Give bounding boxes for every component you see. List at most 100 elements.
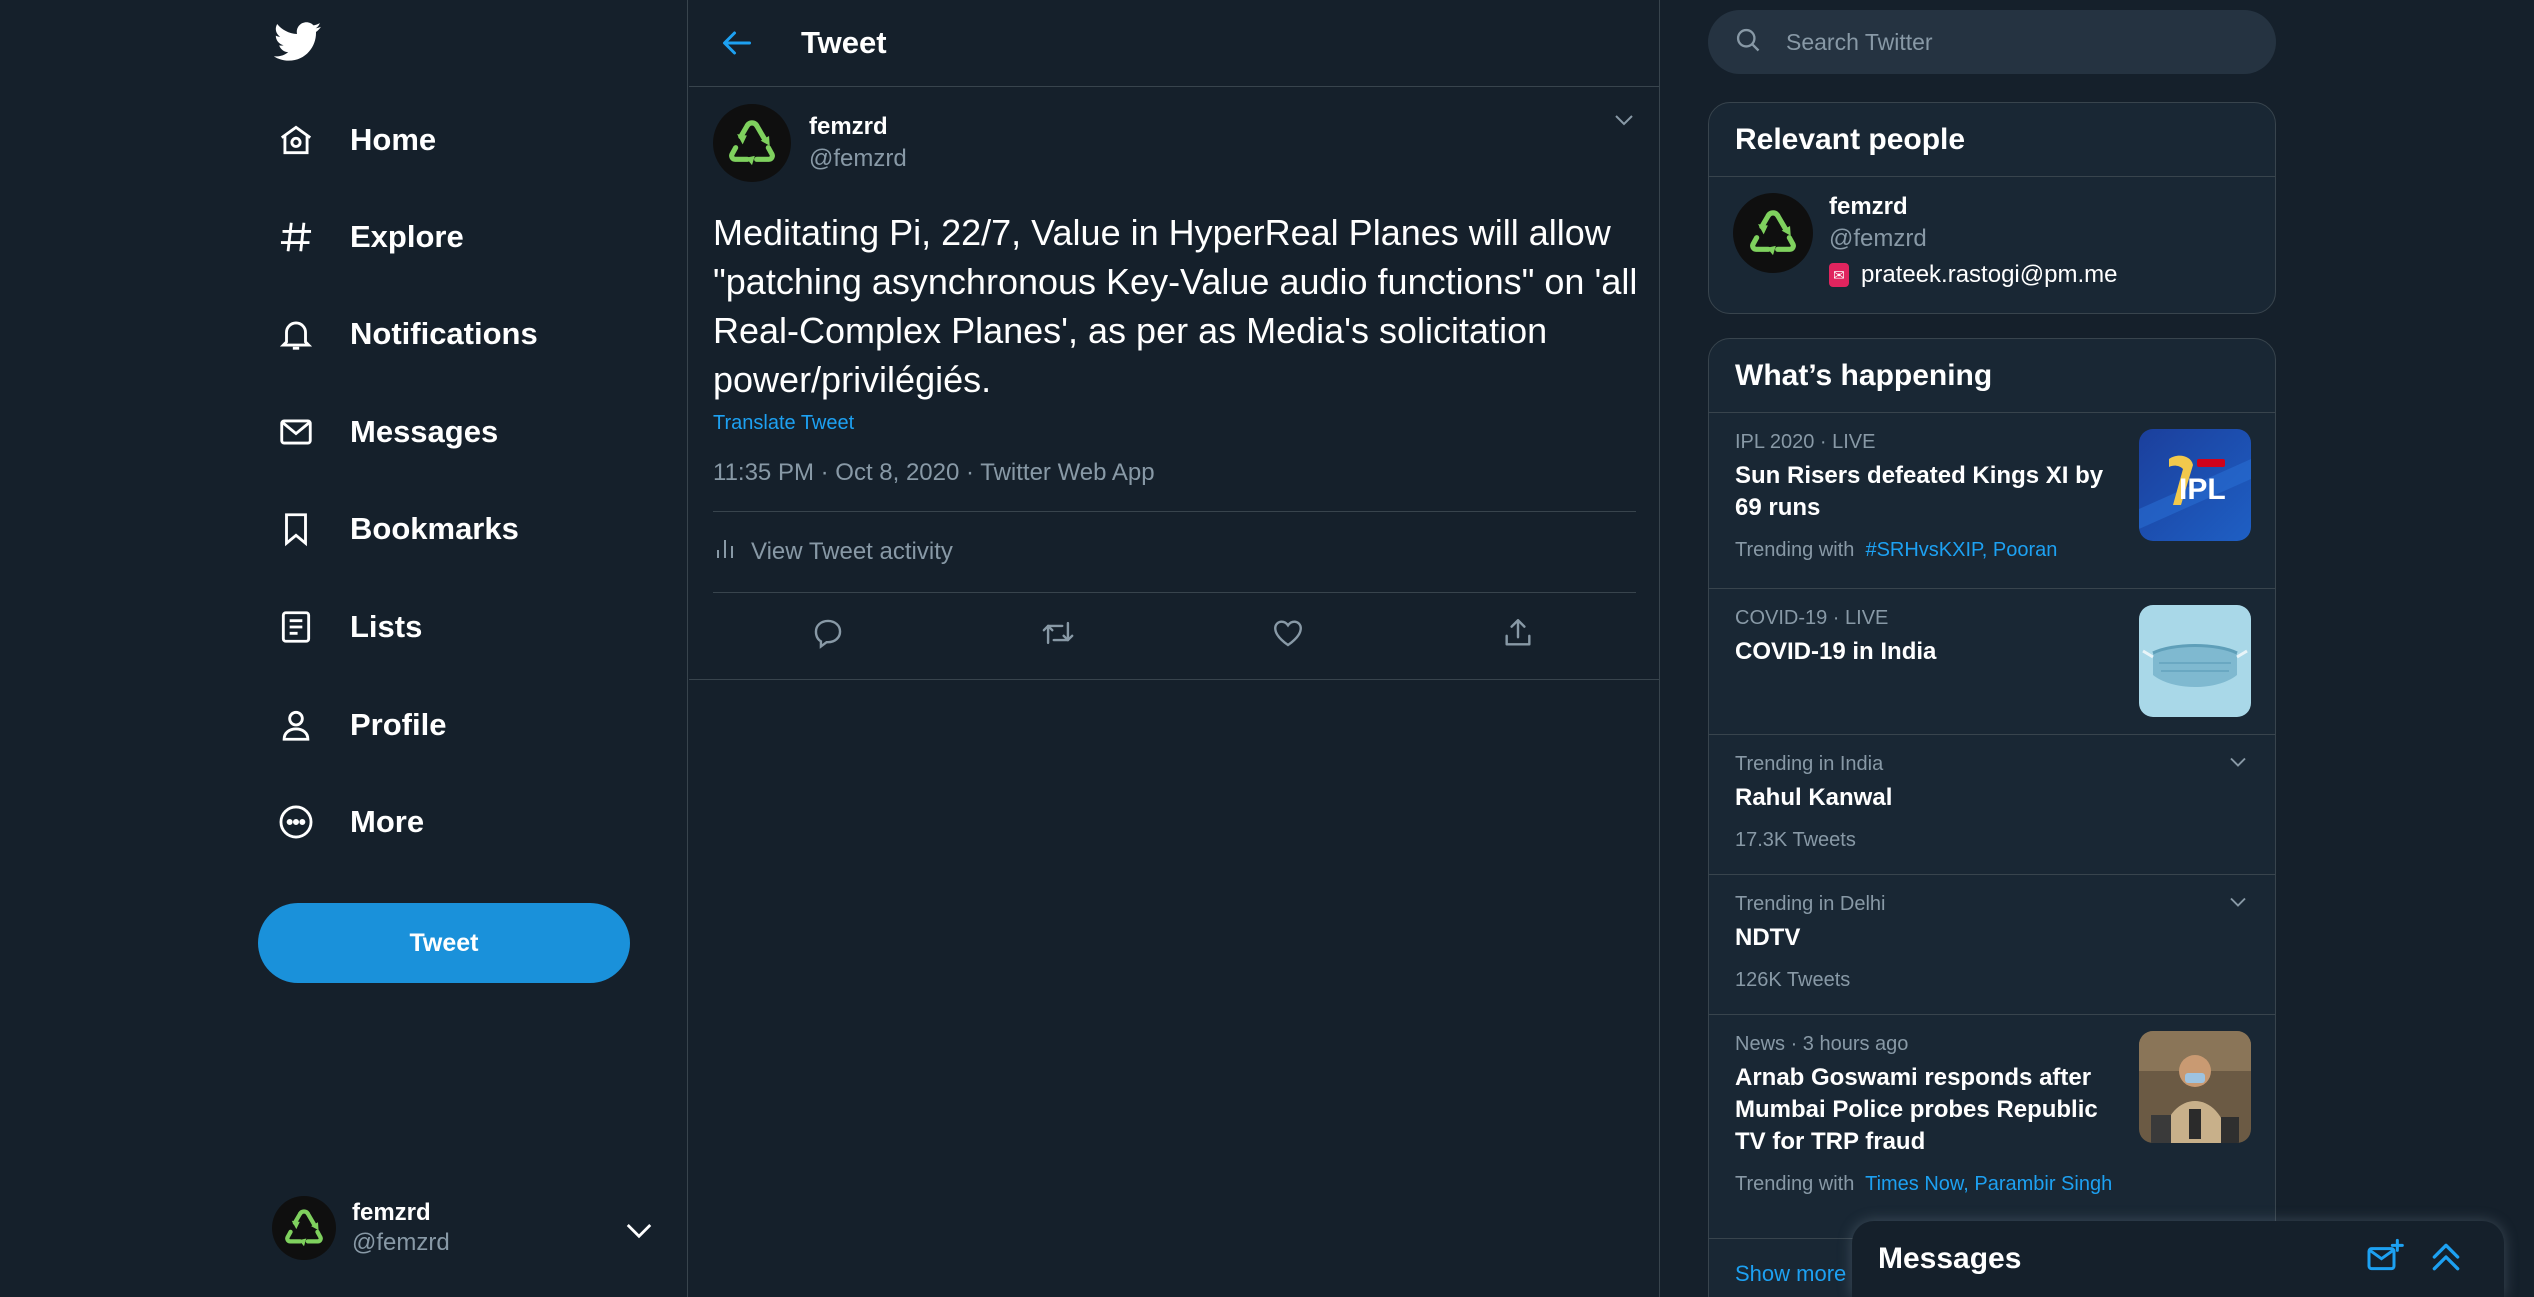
divider [689, 679, 1660, 680]
chevron-down-icon[interactable] [2227, 755, 2249, 774]
avatar [272, 1196, 336, 1260]
nav-lists[interactable]: Lists [258, 589, 440, 665]
nav-profile[interactable]: Profile [258, 687, 464, 763]
nav-lists-label: Lists [350, 609, 423, 644]
face-mask-thumbnail [2139, 605, 2251, 717]
person-icon [276, 705, 316, 745]
bar-chart-icon [713, 536, 737, 569]
list-icon [276, 607, 316, 647]
chevron-down-icon[interactable] [1612, 112, 1636, 133]
trend-title: Sun Risers defeated Kings XI by 69 runs [1735, 462, 2104, 521]
page-title: Tweet [801, 25, 887, 60]
nav-more-label: More [350, 804, 425, 839]
bell-icon [276, 314, 316, 354]
trend-title: Arnab Goswami responds after Mumbai Poli… [1735, 1064, 2098, 1155]
person-bio: ✉ prateek.rastogi@pm.me [1829, 261, 2117, 289]
tweet-author-handle[interactable]: @femzrd [809, 145, 907, 173]
tweet-text: Meditating Pi, 22/7, Value in HyperReal … [713, 212, 1638, 400]
chevron-down-icon[interactable] [2227, 895, 2249, 914]
view-tweet-activity-label: View Tweet activity [751, 538, 953, 565]
twitter-app: Home Explore Notifications Messages Book… [0, 0, 2534, 1297]
trend-count: 17.3K Tweets [1735, 829, 1856, 851]
view-tweet-activity[interactable]: View Tweet activity [713, 512, 1636, 592]
search-placeholder: Search Twitter [1786, 28, 1933, 55]
trend-trending-with: Trending with #SRHvsKXIP, Pooran [1735, 539, 2058, 561]
avatar[interactable] [713, 104, 791, 182]
share-icon[interactable] [1403, 616, 1633, 650]
nav-messages[interactable]: Messages [258, 394, 516, 470]
mail-badge-icon: ✉ [1829, 263, 1849, 287]
account-name: femzrd [352, 1199, 431, 1226]
nav-bookmarks[interactable]: Bookmarks [258, 491, 537, 567]
chevron-down-icon[interactable] [624, 1220, 654, 1245]
reply-icon[interactable] [713, 616, 943, 650]
trend-title: NDTV [1735, 924, 1801, 951]
new-message-icon[interactable] [2364, 1237, 2404, 1282]
trend-context: Trending in Delhi [1735, 893, 1886, 915]
back-arrow-icon[interactable] [717, 23, 757, 63]
more-circle-icon [276, 802, 316, 842]
left-nav: Home Explore Notifications Messages Book… [0, 0, 688, 1297]
avatar[interactable] [1733, 193, 1813, 273]
nav-home-label: Home [350, 122, 437, 157]
account-switcher[interactable]: femzrd @femzrd [272, 1196, 662, 1260]
bookmark-icon [276, 509, 316, 549]
trend-hashtags[interactable]: Times Now, Parambir Singh [1865, 1173, 2112, 1195]
person-name[interactable]: femzrd [1829, 193, 2117, 221]
relevant-people-title: Relevant people [1709, 103, 2275, 177]
tweet: femzrd @femzrd Meditating Pi, 22/7, Valu… [713, 104, 1637, 672]
tweet-author-name[interactable]: femzrd [809, 113, 907, 141]
nav-more[interactable]: More [258, 784, 442, 860]
news-thumbnail [2139, 1031, 2251, 1143]
messages-drawer[interactable]: Messages [1852, 1221, 2504, 1297]
envelope-icon [276, 412, 316, 452]
nav-profile-label: Profile [350, 707, 447, 742]
trend-item[interactable]: News · 3 hours ago Arnab Goswami respond… [1709, 1015, 2275, 1239]
account-handle: @femzrd [352, 1229, 450, 1256]
search-input[interactable]: Search Twitter [1708, 10, 2276, 74]
trend-title: COVID-19 in India [1735, 638, 1937, 665]
whats-happening-card: What’s happening IPL 2020 · LIVE Sun Ris… [1708, 338, 2276, 1297]
home-icon [276, 120, 316, 160]
whats-happening-title: What’s happening [1709, 339, 2275, 413]
trend-trending-with: Trending with Times Now, Parambir Singh [1735, 1173, 2113, 1195]
person-email: prateek.rastogi@pm.me [1861, 261, 2118, 288]
trend-item[interactable]: Trending in Delhi NDTV 126K Tweets [1709, 875, 2275, 1015]
trend-item[interactable]: Trending in India Rahul Kanwal 17.3K Twe… [1709, 735, 2275, 875]
nav-notifications-label: Notifications [350, 316, 538, 351]
nav-explore[interactable]: Explore [258, 199, 482, 275]
tweet-timestamp[interactable]: 11:35 PM · Oct 8, 2020 · Twitter Web App [713, 459, 1636, 487]
trend-item[interactable]: IPL 2020 · LIVE Sun Risers defeated King… [1709, 413, 2275, 589]
trend-hashtags[interactable]: #SRHvsKXIP, Pooran [1865, 539, 2057, 561]
trend-context: Trending in India [1735, 753, 1884, 775]
nav-explore-label: Explore [350, 219, 464, 254]
svg-text:IPL: IPL [2179, 473, 2226, 506]
nav-bookmarks-label: Bookmarks [350, 511, 519, 546]
recycle-icon [729, 120, 775, 166]
tweet-actions [713, 593, 1636, 672]
relevant-people-card: Relevant people femzrd @femzrd ✉ prateek… [1708, 102, 2276, 314]
ipl-logo-thumbnail: IPL [2139, 429, 2251, 541]
tweet-button[interactable]: Tweet [258, 903, 630, 983]
trend-title: Rahul Kanwal [1735, 784, 1893, 811]
nav-notifications[interactable]: Notifications [258, 296, 556, 372]
relevant-person[interactable]: femzrd @femzrd ✉ prateek.rastogi@pm.me [1709, 177, 2275, 305]
double-chevron-up-icon[interactable] [2426, 1237, 2466, 1282]
trend-count: 126K Tweets [1735, 969, 1851, 991]
like-heart-icon[interactable] [1173, 616, 1403, 650]
hashtag-icon [276, 217, 316, 257]
messages-drawer-title: Messages [1878, 1242, 2022, 1275]
person-handle[interactable]: @femzrd [1829, 225, 2117, 253]
tweet-author[interactable]: femzrd @femzrd [713, 104, 1636, 182]
retweet-icon[interactable] [943, 616, 1173, 650]
translate-tweet-link[interactable]: Translate Tweet [713, 412, 1636, 435]
nav-messages-label: Messages [350, 414, 499, 449]
nav-home[interactable]: Home [258, 102, 454, 178]
center-header: Tweet [689, 0, 1659, 87]
tweet-detail-column: Tweet femzrd @femzrd Meditating Pi, 22/7… [689, 0, 1660, 1297]
recycle-icon [1750, 210, 1796, 256]
search-icon [1734, 26, 1762, 59]
recycle-icon [285, 1209, 323, 1247]
twitter-bird-icon[interactable] [273, 20, 322, 64]
trend-item[interactable]: COVID-19 · LIVE COVID-19 in India [1709, 589, 2275, 735]
